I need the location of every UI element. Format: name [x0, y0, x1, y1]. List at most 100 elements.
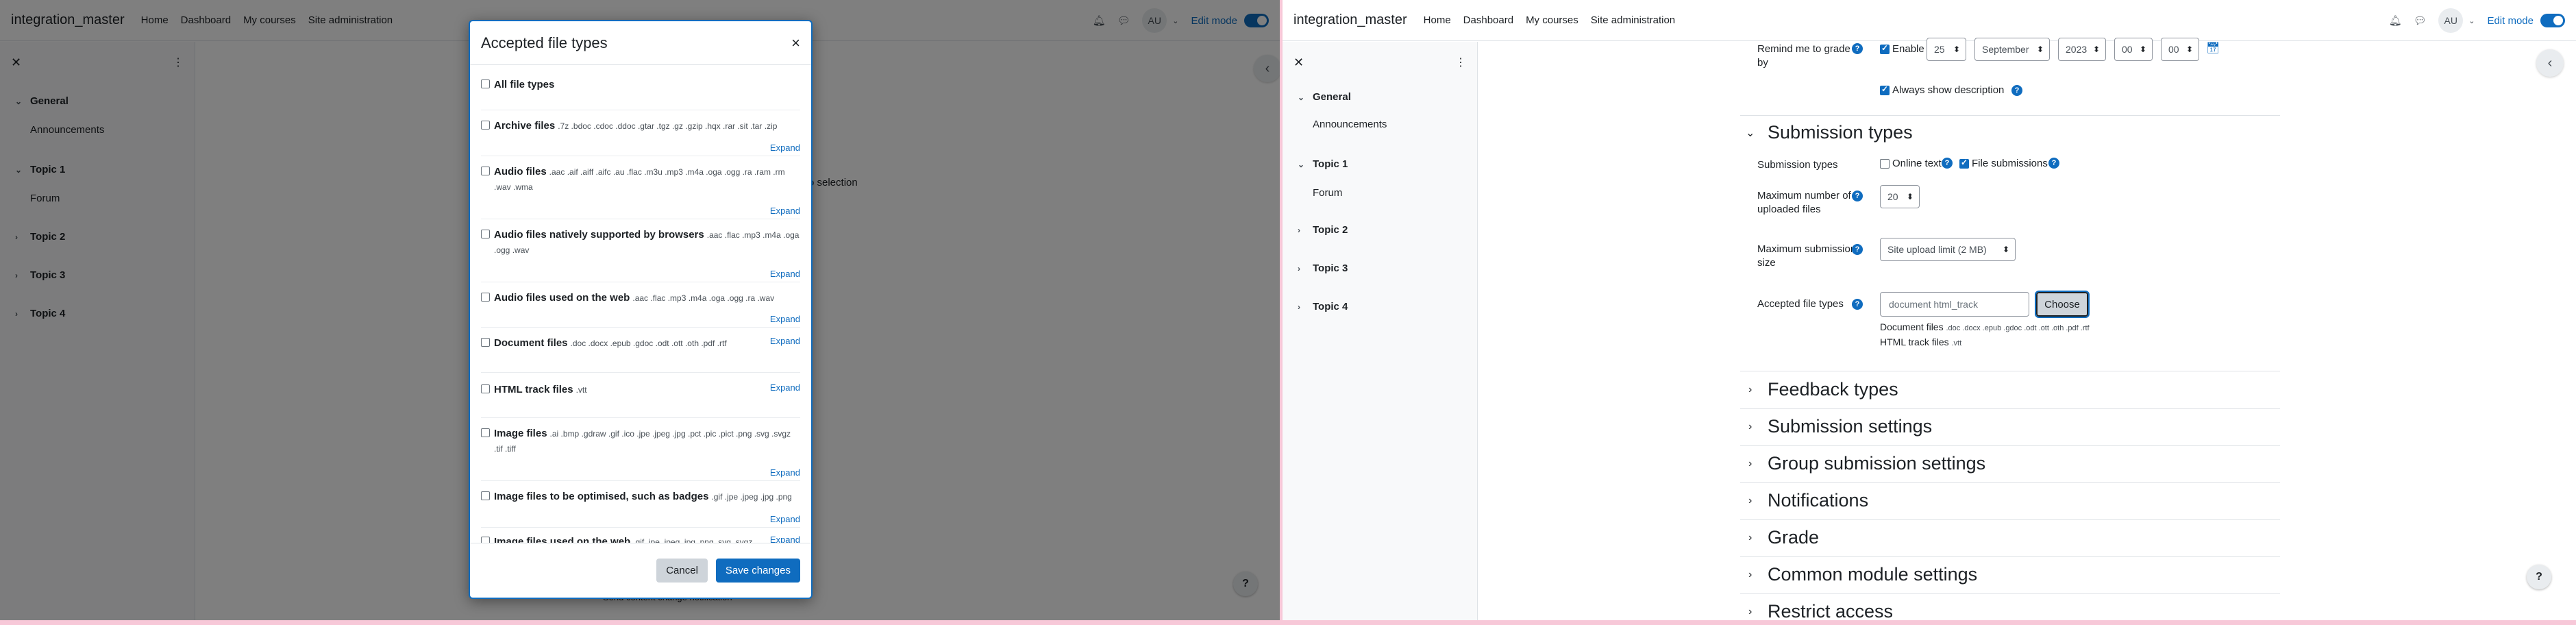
accepted-file-types-input[interactable]: document html_track — [1880, 292, 2029, 317]
avatar[interactable]: AU — [2438, 8, 2464, 33]
minute-select[interactable]: 00 — [2161, 38, 2199, 61]
chevron-right-icon[interactable]: › — [1748, 532, 1752, 544]
calendar-icon[interactable]: 📅︎ — [2206, 41, 2220, 55]
nav-home[interactable]: Home — [1424, 14, 1451, 26]
chevron-down-icon: ⌄ — [1298, 159, 1305, 169]
section-topic-3[interactable]: ›Topic 3 — [1298, 262, 1348, 274]
site-name[interactable]: integration_master — [1293, 12, 1407, 28]
section-general[interactable]: ⌄General — [1298, 91, 1351, 103]
file-type-option[interactable]: Archive files .7z .bdoc .cdoc .ddoc .gtar… — [481, 110, 800, 156]
checkbox[interactable] — [481, 338, 490, 347]
online-text-checkbox[interactable] — [1880, 159, 1890, 169]
frame-border — [0, 620, 2576, 625]
chat-icon[interactable]: 💬︎ — [2414, 14, 2427, 27]
section-topic-4[interactable]: ›Topic 4 — [1298, 301, 1348, 312]
save-changes-button[interactable]: Save changes — [715, 559, 800, 583]
file-type-option[interactable]: All file types — [481, 66, 800, 110]
help-icon[interactable]: ? — [1852, 299, 1863, 310]
file-type-option[interactable]: Image files .ai .bmp .gdraw .gif .ico .jp… — [481, 418, 800, 481]
expand-link[interactable]: Expand — [770, 535, 800, 543]
chevron-down-icon[interactable]: ⌄ — [2468, 16, 2475, 25]
checkbox[interactable] — [481, 428, 490, 437]
expand-link[interactable]: Expand — [770, 467, 800, 478]
checkbox[interactable] — [481, 230, 490, 238]
section-header-restrict-access[interactable]: Restrict access — [1768, 601, 1893, 622]
chevron-right-icon: › — [1298, 302, 1300, 312]
section-topic-2[interactable]: ›Topic 2 — [1298, 224, 1348, 236]
chevron-right-icon[interactable]: › — [1748, 495, 1752, 507]
nav-site-administration[interactable]: Site administration — [1591, 14, 1675, 26]
expand-link[interactable]: Expand — [770, 514, 800, 524]
file-type-option[interactable]: HTML track files .vtt Expand — [481, 373, 800, 418]
divider — [1740, 115, 2280, 116]
file-type-list: All file types Archive files .7z .bdoc .c… — [470, 66, 811, 543]
checkbox[interactable] — [481, 293, 490, 302]
expand-link[interactable]: Expand — [770, 206, 800, 216]
expand-link[interactable]: Expand — [770, 143, 800, 153]
file-type-option[interactable]: Document files .doc .docx .epub .gdoc .od… — [481, 328, 800, 373]
divider — [1740, 519, 2280, 520]
section-topic-1[interactable]: ⌄Topic 1 — [1298, 158, 1348, 170]
help-icon[interactable]: ? — [1852, 244, 1863, 255]
checkbox[interactable] — [481, 167, 490, 175]
enable-label: Enable — [1892, 43, 1924, 55]
cancel-button[interactable]: Cancel — [656, 559, 708, 583]
section-header-group-submission-settings[interactable]: Group submission settings — [1768, 453, 1985, 474]
chevron-right-icon[interactable]: › — [1748, 384, 1752, 396]
section-header-common-module-settings[interactable]: Common module settings — [1768, 564, 1977, 585]
enable-checkbox[interactable] — [1880, 43, 1890, 54]
chevron-down-icon[interactable]: ⌄ — [1746, 126, 1755, 140]
checkbox[interactable] — [481, 79, 490, 88]
section-header-notifications[interactable]: Notifications — [1768, 490, 1868, 511]
file-type-option[interactable]: Audio files used on the web .aac .flac .m… — [481, 282, 800, 328]
hour-select[interactable]: 00 — [2114, 38, 2153, 61]
max-size-select[interactable]: Site upload limit (2 MB) — [1880, 238, 2016, 261]
expand-link[interactable]: Expand — [770, 382, 800, 393]
nav-my-courses[interactable]: My courses — [1526, 14, 1578, 26]
choose-button[interactable]: Choose — [2035, 291, 2090, 318]
kebab-menu-icon[interactable]: ⋮ — [1455, 56, 1466, 69]
file-submissions-checkbox[interactable] — [1959, 158, 1969, 169]
checkbox[interactable] — [481, 384, 490, 393]
chevron-right-icon[interactable]: › — [1748, 569, 1752, 581]
drawer-item-announcements[interactable]: Announcements — [1313, 119, 1387, 130]
file-type-option[interactable]: Image files to be optimised, such as bad… — [481, 481, 800, 528]
file-type-option[interactable]: Audio files .aac .aif .aiff .aifc .au .fl… — [481, 156, 800, 219]
drawer-item-forum[interactable]: Forum — [1313, 187, 1342, 199]
help-icon[interactable]: ? — [2048, 158, 2059, 169]
section-header-submission-types[interactable]: Submission types — [1768, 122, 1913, 143]
checkbox[interactable] — [481, 491, 490, 500]
always-show-checkbox[interactable] — [1880, 84, 1890, 95]
year-select[interactable]: 2023 — [2058, 38, 2106, 61]
file-type-option[interactable]: Image files used on the web .gif .jpe .jp… — [481, 528, 800, 543]
help-icon[interactable]: ? — [2011, 85, 2022, 96]
expand-link[interactable]: Expand — [770, 314, 800, 324]
bell-icon[interactable]: 🔔︎ — [2389, 14, 2402, 27]
nav-dashboard[interactable]: Dashboard — [1463, 14, 1513, 26]
top-navbar: integration_master Home Dashboard My cou… — [1283, 0, 2576, 41]
edit-mode-toggle[interactable] — [2540, 14, 2565, 27]
chevron-left-icon[interactable]: ‹ — [2536, 49, 2564, 77]
expand-link[interactable]: Expand — [770, 269, 800, 279]
day-select[interactable]: 25 — [1927, 38, 1966, 61]
section-header-submission-settings[interactable]: Submission settings — [1768, 416, 1932, 437]
close-icon[interactable]: ✕ — [1293, 56, 1304, 70]
file-type-option[interactable]: Audio files natively supported by browse… — [481, 219, 800, 282]
help-icon[interactable]: ? — [1852, 191, 1863, 201]
expand-link[interactable]: Expand — [770, 336, 800, 346]
close-icon[interactable]: × — [791, 34, 800, 52]
chevron-right-icon[interactable]: › — [1748, 606, 1752, 618]
edit-mode-switch[interactable]: Edit mode — [2487, 14, 2565, 27]
divider — [1740, 482, 2280, 483]
help-button[interactable]: ? — [2527, 565, 2551, 589]
max-files-select[interactable]: 20 — [1880, 185, 1920, 208]
month-select[interactable]: September — [1974, 38, 2050, 61]
chevron-right-icon[interactable]: › — [1748, 458, 1752, 470]
checkbox[interactable] — [481, 121, 490, 130]
help-icon[interactable]: ? — [1942, 158, 1953, 169]
section-header-grade[interactable]: Grade — [1768, 527, 1819, 548]
help-icon[interactable]: ? — [1852, 43, 1863, 54]
checkbox[interactable] — [481, 537, 490, 543]
section-header-feedback-types[interactable]: Feedback types — [1768, 379, 1898, 400]
chevron-right-icon[interactable]: › — [1748, 421, 1752, 433]
